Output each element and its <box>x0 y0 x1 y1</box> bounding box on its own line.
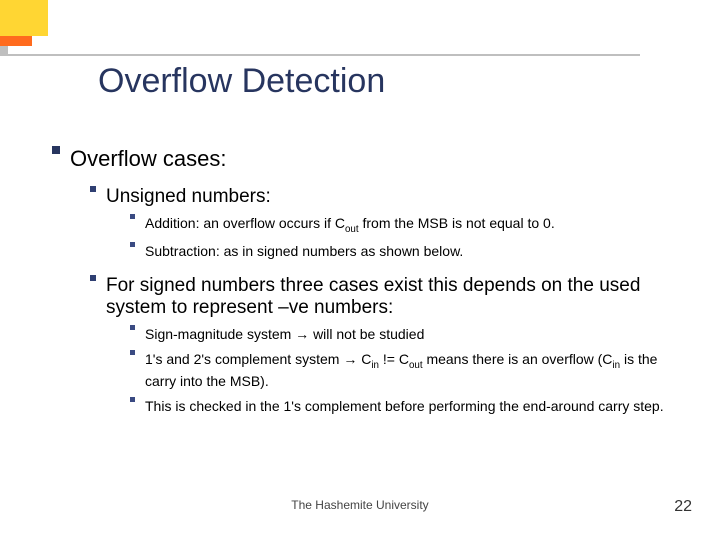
text-addition-b: from the MSB is not equal to 0. <box>359 215 555 231</box>
bullet-level3-subtraction: Subtraction: as in signed numbers as sho… <box>130 242 680 261</box>
body: Overflow cases: Unsigned numbers: Additi… <box>52 146 680 480</box>
text-subtraction: Subtraction: as in signed numbers as sho… <box>145 242 680 261</box>
slide: Overflow Detection Overflow cases: Unsig… <box>0 0 720 540</box>
bullet-level2-unsigned: Unsigned numbers: <box>90 186 680 208</box>
square-bullet-icon <box>90 275 96 281</box>
square-bullet-icon <box>130 397 135 402</box>
text-comp-c: means there is an overflow (C <box>423 351 613 367</box>
text-overflow-cases: Overflow cases: <box>70 146 680 172</box>
text-comp-b: != C <box>379 351 409 367</box>
text-comp-a: 1's and 2's complement system → C <box>145 351 371 367</box>
bullet-level2-signed: For signed numbers three cases exist thi… <box>90 275 680 319</box>
square-bullet-icon <box>130 214 135 219</box>
text-addition: Addition: an overflow occurs if Cout fro… <box>145 214 680 236</box>
text-addition-a: Addition: an overflow occurs if C <box>145 215 345 231</box>
bullet-level3-check: This is checked in the 1's complement be… <box>130 397 680 416</box>
page-title: Overflow Detection <box>98 62 385 101</box>
decor-underline <box>0 54 640 56</box>
sub-cin-2: in <box>612 360 620 371</box>
decor-yellow-block <box>0 0 48 36</box>
footer-university: The Hashemite University <box>0 498 720 512</box>
square-bullet-icon <box>90 186 96 192</box>
bullet-level1: Overflow cases: <box>52 146 680 172</box>
page-number: 22 <box>674 498 692 516</box>
square-bullet-icon <box>52 146 60 154</box>
bullet-level3-complement: 1's and 2's complement system → Cin != C… <box>130 350 680 391</box>
decor-gray-square <box>0 46 8 54</box>
text-signmag: Sign-magnitude system → will not be stud… <box>145 325 680 344</box>
square-bullet-icon <box>130 325 135 330</box>
sub-cout-2: out <box>409 360 423 371</box>
square-bullet-icon <box>130 242 135 247</box>
text-check: This is checked in the 1's complement be… <box>145 397 680 416</box>
square-bullet-icon <box>130 350 135 355</box>
bullet-level3-addition: Addition: an overflow occurs if Cout fro… <box>130 214 680 236</box>
decor-orange-block <box>0 36 32 46</box>
text-signed-heading: For signed numbers three cases exist thi… <box>106 275 680 319</box>
text-complement: 1's and 2's complement system → Cin != C… <box>145 350 680 391</box>
sub-cin-1: in <box>371 360 379 371</box>
text-unsigned-heading: Unsigned numbers: <box>106 186 680 208</box>
sub-cout: out <box>345 224 359 235</box>
bullet-level3-signmag: Sign-magnitude system → will not be stud… <box>130 325 680 344</box>
